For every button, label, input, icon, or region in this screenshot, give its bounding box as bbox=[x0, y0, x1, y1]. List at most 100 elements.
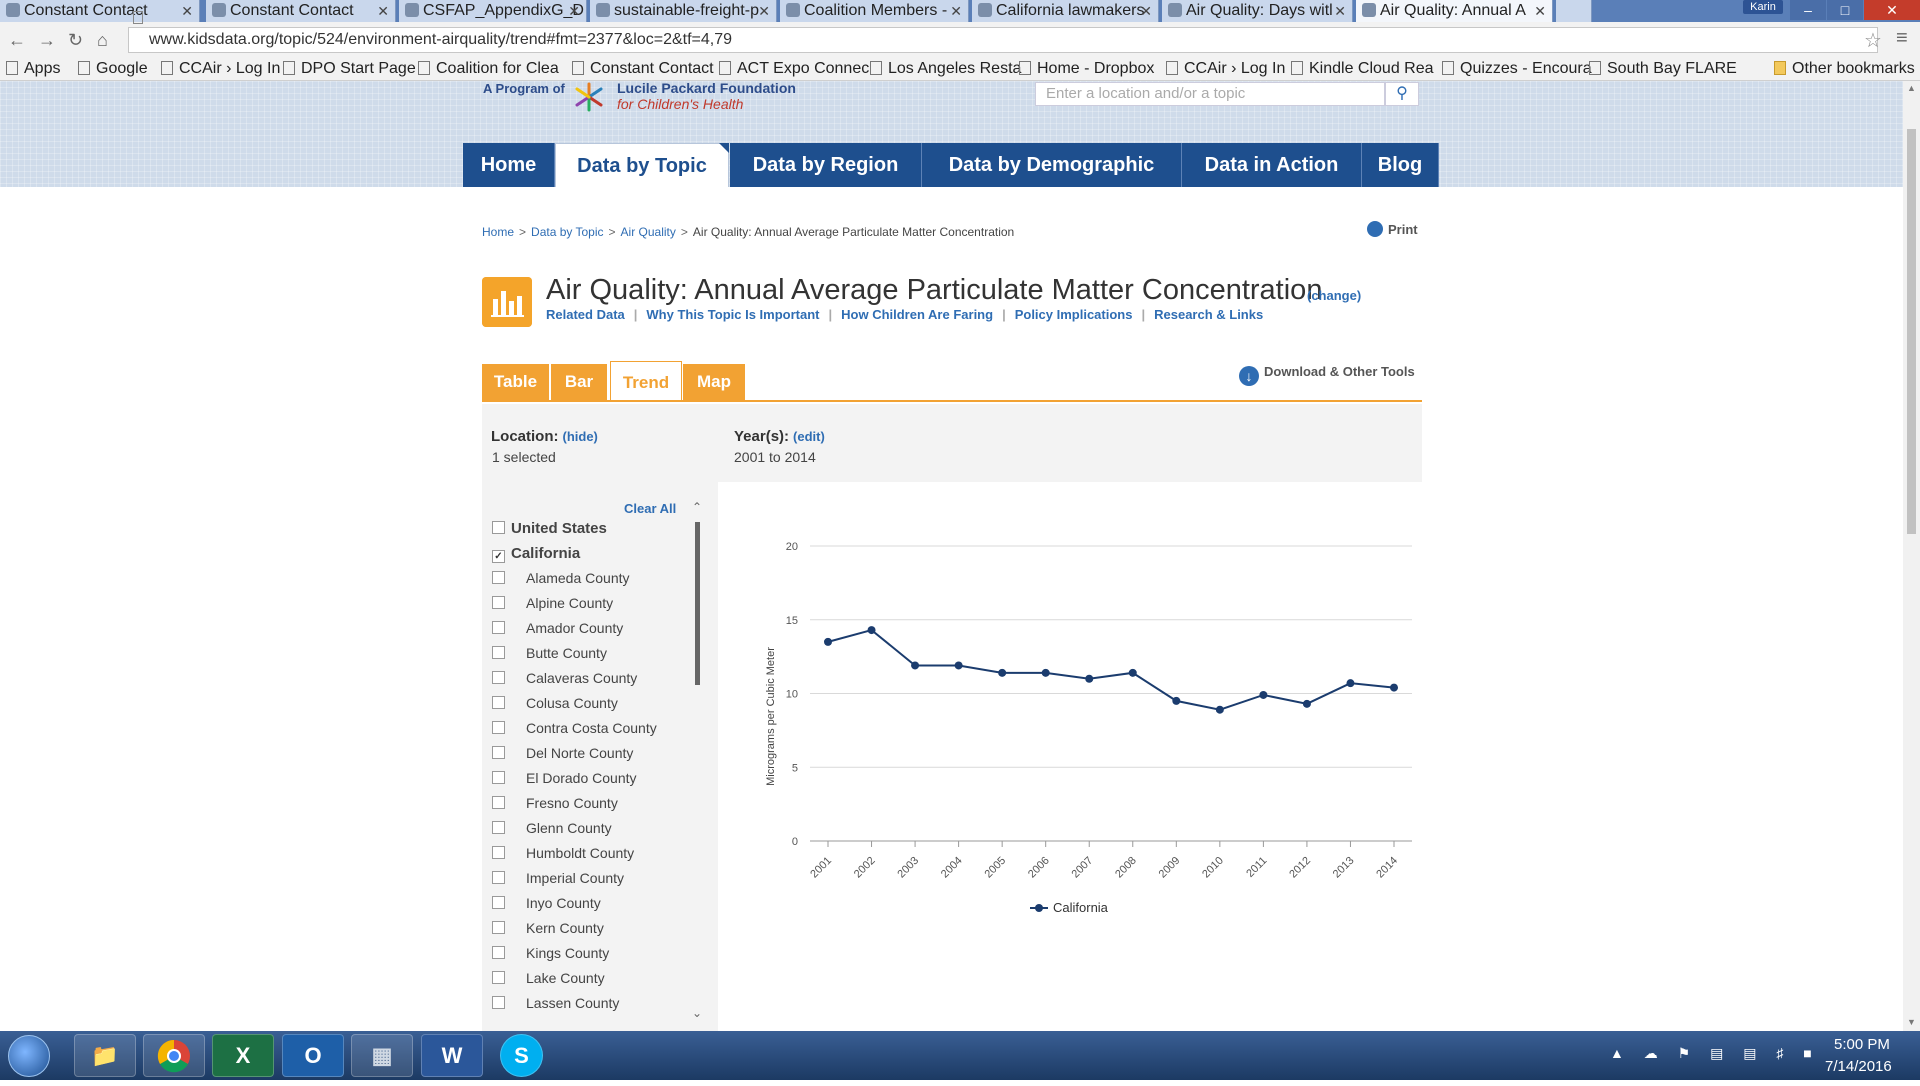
clear-all-button[interactable]: Clear All bbox=[624, 501, 676, 516]
minimize-button[interactable]: – bbox=[1790, 0, 1826, 20]
scroll-up-arrow-icon[interactable]: ▲ bbox=[1907, 83, 1916, 93]
skype-icon[interactable]: S bbox=[500, 1034, 543, 1077]
location-option[interactable]: United States bbox=[492, 520, 607, 537]
location-option[interactable]: Colusa County bbox=[492, 695, 618, 711]
page-scrollbar[interactable]: ▲ ▼ bbox=[1903, 81, 1920, 1031]
location-option[interactable]: Lassen County bbox=[492, 995, 619, 1011]
bookmark-item[interactable]: CCAir › Log In bbox=[161, 58, 280, 80]
checkbox[interactable] bbox=[492, 621, 505, 634]
location-option[interactable]: Inyo County bbox=[492, 895, 601, 911]
nav-data-in-action[interactable]: Data in Action bbox=[1182, 143, 1362, 187]
tab-close-icon[interactable]: ✕ bbox=[377, 0, 389, 22]
browser-tab[interactable]: Coalition Members - ✕ bbox=[780, 0, 969, 22]
tab-close-icon[interactable]: ✕ bbox=[1140, 0, 1152, 22]
tab-close-icon[interactable]: ✕ bbox=[1534, 0, 1546, 22]
location-option[interactable]: Contra Costa County bbox=[492, 720, 657, 736]
subnav-why-important[interactable]: Why This Topic Is Important bbox=[646, 307, 819, 322]
bookmark-item[interactable]: ACT Expo Connec bbox=[719, 58, 869, 80]
calculator-icon[interactable]: ▦ bbox=[351, 1034, 413, 1077]
change-topic-link[interactable]: (change) bbox=[1307, 288, 1361, 303]
browser-tab[interactable]: California lawmakers ✕ bbox=[972, 0, 1159, 22]
nav-data-by-region[interactable]: Data by Region bbox=[730, 143, 922, 187]
nav-data-by-demographic[interactable]: Data by Demographic bbox=[922, 143, 1182, 187]
location-option[interactable]: El Dorado County bbox=[492, 770, 637, 786]
location-option[interactable]: Del Norte County bbox=[492, 745, 633, 761]
breadcrumb-home[interactable]: Home bbox=[482, 225, 514, 239]
location-option[interactable]: Amador County bbox=[492, 620, 623, 636]
checkbox[interactable] bbox=[492, 596, 505, 609]
clock-time[interactable]: 5:00 PM bbox=[1834, 1036, 1890, 1053]
bookmark-item[interactable]: Google bbox=[78, 58, 148, 80]
chevron-down-icon[interactable]: ⌄ bbox=[692, 1006, 702, 1020]
view-tab-trend[interactable]: Trend bbox=[610, 361, 682, 401]
search-icon[interactable]: ⚲ bbox=[1385, 82, 1419, 106]
location-option[interactable]: Fresno County bbox=[492, 795, 618, 811]
view-tab-bar[interactable]: Bar bbox=[551, 364, 609, 400]
location-option[interactable]: Lake County bbox=[492, 970, 605, 986]
maximize-button[interactable]: □ bbox=[1827, 0, 1863, 20]
bookmark-star-icon[interactable]: ☆ bbox=[1864, 28, 1882, 53]
tab-close-icon[interactable]: ✕ bbox=[181, 0, 193, 22]
page-scroll-thumb[interactable] bbox=[1907, 129, 1916, 534]
checkbox[interactable] bbox=[492, 646, 505, 659]
nav-data-by-topic[interactable]: Data by Topic bbox=[555, 143, 729, 187]
bookmark-item[interactable]: Kindle Cloud Rea bbox=[1291, 58, 1434, 80]
subnav-related-data[interactable]: Related Data bbox=[546, 307, 625, 322]
browser-tab[interactable]: sustainable-freight-p ✕ bbox=[590, 0, 777, 22]
browser-tab[interactable]: CSFAP_AppendixG_D ✕ bbox=[399, 0, 587, 22]
checkbox[interactable] bbox=[492, 521, 505, 534]
bookmark-item[interactable]: South Bay FLARE bbox=[1589, 58, 1737, 80]
checkbox[interactable] bbox=[492, 996, 505, 1009]
file-explorer-icon[interactable]: 📁 bbox=[74, 1034, 136, 1077]
home-icon[interactable]: ⌂ bbox=[97, 30, 108, 51]
forward-icon[interactable]: → bbox=[38, 30, 56, 51]
bookmark-item[interactable]: Home - Dropbox bbox=[1019, 58, 1154, 80]
checkbox[interactable] bbox=[492, 921, 505, 934]
chevron-up-icon[interactable]: ⌃ bbox=[692, 500, 702, 514]
location-option[interactable]: Alpine County bbox=[492, 595, 613, 611]
checkbox[interactable] bbox=[492, 871, 505, 884]
tab-close-icon[interactable]: ✕ bbox=[950, 0, 962, 22]
bookmark-item[interactable]: Los Angeles Resta bbox=[870, 58, 1021, 80]
close-window-button[interactable]: ✕ bbox=[1864, 0, 1920, 20]
checkbox-checked[interactable]: ✓ bbox=[492, 550, 505, 563]
bookmark-item[interactable]: Quizzes - Encoura bbox=[1442, 58, 1592, 80]
location-option[interactable]: Imperial County bbox=[492, 870, 624, 886]
site-search-input[interactable]: Enter a location and/or a topic bbox=[1035, 82, 1385, 106]
checkbox[interactable] bbox=[492, 821, 505, 834]
menu-icon[interactable]: ≡ bbox=[1896, 27, 1908, 50]
print-button[interactable]: Print bbox=[1367, 221, 1418, 237]
subnav-how-children-faring[interactable]: How Children Are Faring bbox=[841, 307, 993, 322]
scroll-down-arrow-icon[interactable]: ▼ bbox=[1907, 1017, 1916, 1027]
location-option[interactable]: Kern County bbox=[492, 920, 604, 936]
checkbox[interactable] bbox=[492, 696, 505, 709]
location-option[interactable]: ✓ California bbox=[492, 545, 580, 563]
browser-tab[interactable]: Constant Contact ✕ bbox=[0, 0, 200, 22]
nav-home[interactable]: Home bbox=[463, 143, 555, 187]
location-option[interactable]: Glenn County bbox=[492, 820, 612, 836]
checkbox[interactable] bbox=[492, 671, 505, 684]
browser-tab[interactable]: Constant Contact ✕ bbox=[206, 0, 396, 22]
subnav-policy-implications[interactable]: Policy Implications bbox=[1015, 307, 1133, 322]
checkbox[interactable] bbox=[492, 721, 505, 734]
checkbox[interactable] bbox=[492, 746, 505, 759]
hide-location-link[interactable]: (hide) bbox=[563, 429, 598, 444]
bookmark-item[interactable]: Constant Contact bbox=[572, 58, 714, 80]
location-option[interactable]: Kings County bbox=[492, 945, 609, 961]
checkbox[interactable] bbox=[492, 971, 505, 984]
other-bookmarks[interactable]: Other bookmarks bbox=[1774, 58, 1915, 80]
location-option[interactable]: Calaveras County bbox=[492, 670, 637, 686]
word-icon[interactable]: W bbox=[421, 1034, 483, 1077]
address-bar[interactable]: www.kidsdata.org/topic/524/environment-a… bbox=[128, 27, 1878, 53]
checkbox[interactable] bbox=[492, 946, 505, 959]
subnav-research-links[interactable]: Research & Links bbox=[1154, 307, 1263, 322]
tab-close-icon[interactable]: ✕ bbox=[1334, 0, 1346, 22]
checkbox[interactable] bbox=[492, 571, 505, 584]
checkbox[interactable] bbox=[492, 796, 505, 809]
system-tray-icons[interactable]: ▲ ☁ ⚑ ▤ ▤ ♯ ■ bbox=[1610, 1045, 1820, 1062]
excel-icon[interactable]: X bbox=[212, 1034, 274, 1077]
view-tab-table[interactable]: Table bbox=[482, 364, 551, 400]
bookmark-item[interactable]: DPO Start Page bbox=[283, 58, 416, 80]
view-tab-map[interactable]: Map bbox=[683, 364, 747, 400]
profile-badge[interactable]: Karin bbox=[1743, 0, 1783, 14]
